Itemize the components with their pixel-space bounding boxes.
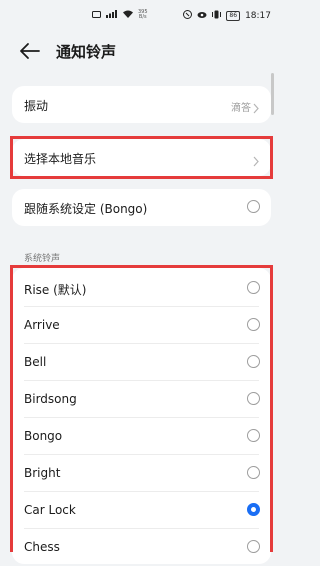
- sim-card-icon: [92, 10, 101, 20]
- signal-icon: [106, 10, 118, 20]
- radio-button[interactable]: [247, 355, 260, 368]
- vibrate-icon: [212, 10, 222, 21]
- vibration-card: 振动 滴答: [12, 86, 271, 123]
- status-time: 18:17: [245, 10, 271, 21]
- list-item[interactable]: Bongo: [12, 418, 271, 455]
- list-item[interactable]: Chess: [12, 529, 271, 566]
- list-item[interactable]: Car Lock: [12, 492, 271, 529]
- vibration-value: 滴答: [231, 103, 251, 114]
- page-title: 通知铃声: [56, 43, 117, 61]
- list-item[interactable]: Rise (默认): [12, 270, 271, 307]
- list-item[interactable]: Birdsong: [12, 381, 271, 418]
- ringtone-label: Bongo: [24, 429, 63, 443]
- radio-button[interactable]: [247, 466, 260, 479]
- radio-button[interactable]: [247, 281, 260, 294]
- wifi-icon: [123, 10, 133, 20]
- status-icons-left: 395 B/s: [92, 10, 148, 20]
- status-icons-right: 86 18:17: [183, 10, 271, 21]
- ringtone-label: Bell: [24, 355, 47, 369]
- list-item[interactable]: Bright: [12, 455, 271, 492]
- vibration-label: 振动: [24, 99, 49, 113]
- radio-button[interactable]: [247, 392, 260, 405]
- status-bar: 395 B/s 86 18:17: [0, 0, 283, 30]
- local-music-label: 选择本地音乐: [24, 152, 97, 166]
- scrollbar[interactable]: [271, 73, 274, 115]
- chevron-right-icon: [253, 152, 259, 167]
- follow-system-label: 跟随系统设定 (Bongo): [24, 202, 148, 216]
- local-music-row[interactable]: 选择本地音乐: [12, 139, 271, 176]
- back-arrow-icon[interactable]: [18, 40, 42, 62]
- ringtone-label: Bright: [24, 466, 61, 480]
- radio-button[interactable]: [247, 318, 260, 331]
- battery-indicator: 86: [226, 10, 241, 21]
- ringtone-label: Arrive: [24, 318, 60, 332]
- radio-button[interactable]: [247, 200, 260, 213]
- chevron-right-icon: [253, 99, 259, 114]
- radio-button[interactable]: [247, 429, 260, 442]
- list-item[interactable]: Arrive: [12, 307, 271, 344]
- list-item[interactable]: Bell: [12, 344, 271, 381]
- local-music-card: 选择本地音乐: [12, 139, 271, 176]
- vibration-row[interactable]: 振动 滴答: [12, 86, 271, 123]
- eye-icon: [197, 11, 207, 21]
- app-header: 通知铃声: [0, 32, 283, 72]
- ringtone-label: Birdsong: [24, 392, 77, 406]
- nfc-icon: [183, 10, 193, 21]
- section-title: 系统铃声: [24, 254, 61, 264]
- ringtone-label: Car Lock: [24, 503, 76, 517]
- ringtone-label: Rise (默认): [24, 283, 87, 297]
- radio-button-checked[interactable]: [247, 503, 260, 516]
- ringtone-list: Rise (默认) Arrive Bell Birdsong Bongo Bri…: [12, 268, 271, 564]
- follow-system-row[interactable]: 跟随系统设定 (Bongo): [12, 189, 271, 226]
- network-speed: 395 B/s: [138, 9, 148, 20]
- radio-button[interactable]: [247, 540, 260, 553]
- follow-system-card: 跟随系统设定 (Bongo): [12, 189, 271, 226]
